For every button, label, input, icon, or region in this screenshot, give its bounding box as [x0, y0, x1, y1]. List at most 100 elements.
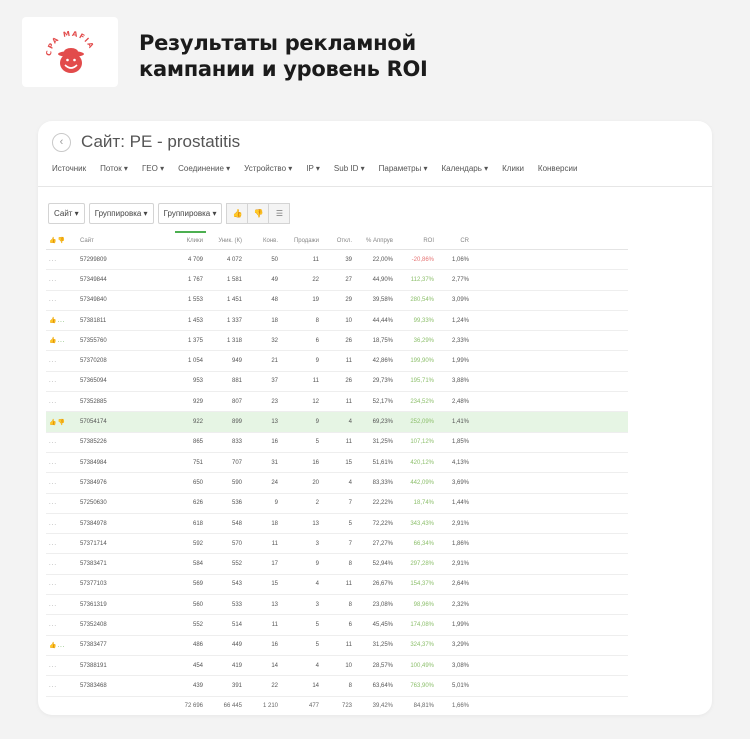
table-row[interactable]: ... 57385226 865 833 16 5 11 31,25% 107,… — [46, 432, 628, 453]
cell-conversions: 16 — [245, 432, 281, 453]
row-rating-icons[interactable]: ... — [46, 594, 77, 616]
table-row[interactable]: ... 57383468 439 391 22 14 8 63,64% 763,… — [46, 675, 628, 697]
header-unique[interactable]: Уник. (К) — [206, 232, 245, 250]
cell-rejected: 8 — [322, 675, 355, 697]
menu-item-ip[interactable]: IP ▾ — [306, 164, 320, 173]
table-row[interactable]: ... 57250630 626 536 9 2 7 22,22% 18,74%… — [46, 493, 628, 514]
chevron-left-icon[interactable]: ‹ — [52, 132, 71, 152]
site-select[interactable]: Сайт ▾ — [48, 203, 85, 224]
cell-sales: 13 — [281, 513, 322, 535]
cell-rejected: 5 — [322, 513, 355, 535]
row-rating-icons[interactable]: ... — [46, 371, 77, 393]
table-row[interactable]: ... 57352408 552 514 11 5 6 45,45% 174,0… — [46, 614, 628, 636]
table-row[interactable]: ... 57383471 584 552 17 9 8 52,94% 297,2… — [46, 553, 628, 575]
cell-approve: 42,86% — [355, 350, 396, 372]
cell-sales: 4 — [281, 655, 322, 677]
table-row[interactable]: ... 57388191 454 419 14 4 10 28,57% 100,… — [46, 655, 628, 677]
menu-item-subid[interactable]: Sub ID ▾ — [334, 164, 365, 173]
cell-roi: 199,90% — [396, 350, 437, 372]
table-row[interactable]: ... 57370208 1 054 949 21 9 11 42,86% 19… — [46, 350, 628, 372]
thumb-up-icon[interactable]: 👍👎 — [49, 238, 66, 244]
row-rating-icons[interactable]: ... — [46, 269, 77, 291]
cell-unique: 552 — [206, 553, 245, 575]
cell-cr: 2,91% — [437, 513, 472, 535]
menu-item-stream[interactable]: Поток ▾ — [100, 164, 128, 173]
table-row[interactable]: ... 57384978 618 548 18 13 5 72,22% 343,… — [46, 513, 628, 535]
row-rating-icons[interactable]: ... — [46, 249, 77, 271]
cell-sales: 9 — [281, 411, 322, 433]
row-rating-icons[interactable]: ... — [46, 533, 77, 555]
toolbar: Сайт ▾ Группировка ▾ Группировка ▾ 👍 👎 ☰ — [48, 203, 291, 224]
cell-roi: 763,90% — [396, 675, 437, 697]
row-rating-icons[interactable]: ... — [46, 493, 77, 514]
header-approve[interactable]: % Аппрув — [355, 232, 396, 250]
menu-icon[interactable]: ☰ — [268, 203, 291, 224]
grouping-select-1[interactable]: Группировка ▾ — [88, 203, 154, 224]
header-clicks[interactable]: Клики — [175, 231, 206, 250]
table-row[interactable]: 👍... 57355760 1 375 1 318 32 6 26 18,75%… — [46, 330, 628, 352]
row-rating-icons[interactable]: ... — [46, 655, 77, 677]
menu-item-device[interactable]: Устройство ▾ — [244, 164, 292, 173]
table-row[interactable]: ... 57365094 953 881 37 11 26 29,73% 195… — [46, 371, 628, 393]
row-rating-icons[interactable]: ... — [46, 391, 77, 413]
menu-item-clicks[interactable]: Клики — [502, 164, 524, 173]
table-row[interactable]: ... 57371714 592 570 11 3 7 27,27% 66,34… — [46, 533, 628, 555]
table-row[interactable]: ... 57377103 569 543 15 4 11 26,67% 154,… — [46, 574, 628, 596]
cell-site: 57384984 — [77, 452, 175, 474]
row-rating-icons[interactable]: ... — [46, 350, 77, 372]
table-row[interactable]: ... 57352885 929 807 23 12 11 52,17% 234… — [46, 391, 628, 413]
cell-conversions: 11 — [245, 614, 281, 636]
grouping-select-2[interactable]: Группировка ▾ — [157, 203, 223, 224]
table-row[interactable]: ... 57349844 1 767 1 581 49 22 27 44,90%… — [46, 269, 628, 291]
row-rating-icons[interactable]: ... — [46, 553, 77, 575]
thumb-down-icon[interactable]: 👎 — [247, 203, 270, 224]
table-row[interactable]: ... 57349840 1 553 1 451 48 19 29 39,58%… — [46, 290, 628, 311]
header-sales[interactable]: Продажи — [281, 232, 322, 250]
menu-item-calendar[interactable]: Календарь ▾ — [442, 164, 489, 173]
row-rating-icons[interactable]: ... — [46, 472, 77, 494]
menu-item-geo[interactable]: ГЕО ▾ — [142, 164, 164, 173]
row-rating-icons[interactable]: ... — [46, 432, 77, 453]
table-row[interactable]: ... 57299809 4 709 4 072 50 11 39 22,00%… — [46, 249, 628, 271]
menu-item-connection[interactable]: Соединение ▾ — [178, 164, 230, 173]
row-rating-icons[interactable]: ... — [46, 290, 77, 311]
row-rating-icons[interactable]: ... — [46, 452, 77, 474]
header-cr[interactable]: CR — [437, 232, 472, 250]
cell-site: 57371714 — [77, 533, 175, 555]
cell-roi: 174,08% — [396, 614, 437, 636]
table-row[interactable]: ... 57384976 650 590 24 20 4 83,33% 442,… — [46, 472, 628, 494]
row-rating-icons[interactable]: 👍... — [46, 330, 77, 352]
cell-conversions: 15 — [245, 574, 281, 596]
cell-site: 57384976 — [77, 472, 175, 494]
row-rating-icons[interactable]: ... — [46, 574, 77, 596]
cell-site: 57365094 — [77, 371, 175, 393]
table-row[interactable]: ... 57361319 560 533 13 3 8 23,08% 98,96… — [46, 594, 628, 616]
row-rating-icons[interactable]: 👍👎 — [46, 411, 77, 433]
cell-unique: 881 — [206, 371, 245, 393]
cell-conversions: 31 — [245, 452, 281, 474]
table-row[interactable]: 👍... 57383477 486 449 16 5 11 31,25% 324… — [46, 635, 628, 656]
menu-item-source[interactable]: Источник — [52, 164, 86, 173]
row-rating-icons[interactable]: 👍... — [46, 310, 77, 332]
header-conversions[interactable]: Конв. — [245, 232, 281, 250]
cell-unique: 533 — [206, 594, 245, 616]
cell-sales: 19 — [281, 290, 322, 311]
table-row[interactable]: ... 57384984 751 707 31 16 15 51,61% 420… — [46, 452, 628, 474]
cell-rejected: 4 — [322, 411, 355, 433]
header-roi[interactable]: ROI — [396, 232, 437, 250]
cell-clicks: 454 — [175, 655, 206, 677]
cell-rejected: 7 — [322, 493, 355, 514]
row-rating-icons[interactable]: ... — [46, 614, 77, 636]
cell-unique: 899 — [206, 411, 245, 433]
table-row[interactable]: 👍... 57381811 1 453 1 337 18 8 10 44,44%… — [46, 310, 628, 332]
header-rejected[interactable]: Откл. — [322, 232, 355, 250]
row-rating-icons[interactable]: 👍... — [46, 635, 77, 656]
thumb-up-icon[interactable]: 👍 — [226, 203, 249, 224]
row-rating-icons[interactable]: ... — [46, 513, 77, 535]
menu-item-conversions[interactable]: Конверсии — [538, 164, 578, 173]
row-rating-icons[interactable]: ... — [46, 675, 77, 697]
cell-roi: 36,29% — [396, 330, 437, 352]
table-row-highlighted[interactable]: 👍👎 57054174 922 899 13 9 4 69,23% 252,09… — [46, 411, 628, 433]
header-site[interactable]: Сайт — [77, 232, 175, 250]
menu-item-params[interactable]: Параметры ▾ — [379, 164, 428, 173]
